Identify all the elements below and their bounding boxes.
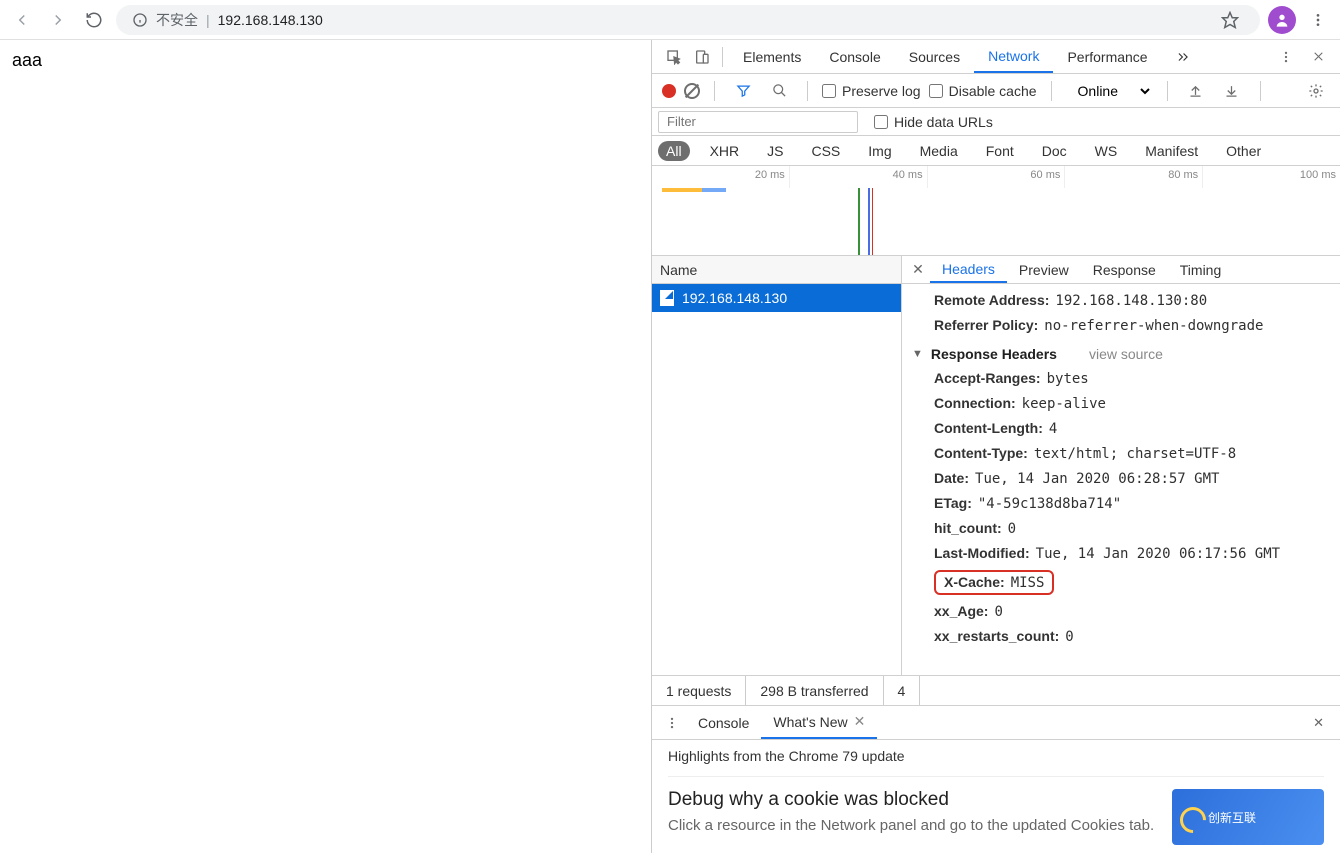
throttle-select[interactable]: Online: [1066, 80, 1153, 102]
view-source-link[interactable]: view source: [1089, 346, 1163, 362]
url-separator: |: [206, 12, 210, 28]
tab-response[interactable]: Response: [1081, 256, 1168, 283]
load-marker: [868, 188, 870, 255]
status-transferred: 298 B transferred: [746, 676, 883, 705]
headers-body: Remote Address:192.168.148.130:80 Referr…: [902, 284, 1340, 675]
header-row: xx_Age:0: [912, 599, 1330, 624]
header-row: hit_count:0: [912, 516, 1330, 541]
drawer: Console What's New ✕ ✕ Highlights from t…: [652, 705, 1340, 853]
type-css[interactable]: CSS: [803, 141, 848, 161]
request-name: 192.168.148.130: [682, 290, 787, 306]
upload-har-icon[interactable]: [1182, 77, 1210, 105]
document-icon: [660, 290, 674, 306]
type-js[interactable]: JS: [759, 141, 791, 161]
security-label: 不安全: [156, 10, 198, 30]
drawer-menu-icon[interactable]: [658, 709, 686, 737]
tab-console[interactable]: Console: [815, 40, 894, 73]
download-har-icon[interactable]: [1218, 77, 1246, 105]
header-row: Accept-Ranges:bytes: [912, 366, 1330, 391]
profile-button[interactable]: [1268, 6, 1296, 34]
type-font[interactable]: Font: [978, 141, 1022, 161]
tab-timing[interactable]: Timing: [1168, 256, 1234, 283]
network-toolbar: Preserve log Disable cache Online: [652, 74, 1340, 108]
header-row: Content-Length:4: [912, 416, 1330, 441]
drawer-tab-console[interactable]: Console: [686, 706, 761, 739]
devtools-tab-bar: Elements Console Sources Network Perform…: [652, 40, 1340, 74]
forward-button[interactable]: [44, 6, 72, 34]
header-row: Last-Modified:Tue, 14 Jan 2020 06:17:56 …: [912, 541, 1330, 566]
inspect-icon[interactable]: [660, 43, 688, 71]
request-detail-panel: ✕ Headers Preview Response Timing Remote…: [902, 256, 1340, 675]
drawer-text: Click a resource in the Network panel an…: [668, 817, 1154, 834]
page-content: aaa: [0, 40, 652, 853]
drawer-tab-whatsnew[interactable]: What's New ✕: [761, 706, 877, 739]
drawer-highlight: Highlights from the Chrome 79 update: [668, 748, 1324, 777]
header-row: ETag:"4-59c138d8ba714": [912, 491, 1330, 516]
header-row: xx_restarts_count:0: [912, 624, 1330, 649]
type-img[interactable]: Img: [860, 141, 899, 161]
network-status-bar: 1 requests 298 B transferred 4: [652, 675, 1340, 705]
tab-sources[interactable]: Sources: [895, 40, 974, 73]
request-list: Name 192.168.148.130: [652, 256, 902, 675]
url-text: 192.168.148.130: [218, 12, 323, 28]
type-all[interactable]: All: [658, 141, 690, 161]
request-row[interactable]: 192.168.148.130: [652, 284, 901, 312]
tab-network[interactable]: Network: [974, 40, 1053, 73]
watermark-logo: 创新互联: [1172, 789, 1324, 845]
load-marker: [872, 188, 873, 255]
network-timeline[interactable]: 20 ms 40 ms 60 ms 80 ms 100 ms: [652, 166, 1340, 256]
type-filter-row: All XHR JS CSS Img Media Font Doc WS Man…: [652, 136, 1340, 166]
devtools-close-button[interactable]: [1304, 43, 1332, 71]
domcontentloaded-marker: [858, 188, 860, 255]
header-row-xcache: X-Cache:MISS: [912, 566, 1330, 599]
device-toggle-icon[interactable]: [688, 43, 716, 71]
tab-preview[interactable]: Preview: [1007, 256, 1081, 283]
type-ws[interactable]: WS: [1087, 141, 1126, 161]
settings-icon[interactable]: [1302, 77, 1330, 105]
close-drawer-tab-icon[interactable]: ✕: [854, 713, 866, 730]
close-detail-button[interactable]: ✕: [906, 261, 930, 278]
devtools-panel: Elements Console Sources Network Perform…: [652, 40, 1340, 853]
drawer-close-button[interactable]: ✕: [1303, 715, 1334, 731]
name-column-header[interactable]: Name: [652, 256, 901, 284]
hide-data-urls-checkbox[interactable]: Hide data URLs: [874, 114, 993, 130]
preserve-log-checkbox[interactable]: Preserve log: [822, 83, 921, 99]
address-bar[interactable]: 不安全 | 192.168.148.130: [116, 5, 1260, 35]
browser-toolbar: 不安全 | 192.168.148.130: [0, 0, 1340, 40]
detail-tab-bar: ✕ Headers Preview Response Timing: [902, 256, 1340, 284]
page-text: aaa: [12, 50, 42, 70]
record-button[interactable]: [662, 84, 676, 98]
tab-more[interactable]: [1162, 40, 1204, 73]
type-xhr[interactable]: XHR: [702, 141, 748, 161]
header-row: Connection:keep-alive: [912, 391, 1330, 416]
tab-performance[interactable]: Performance: [1053, 40, 1161, 73]
timeline-bar: [702, 188, 726, 192]
status-more: 4: [884, 676, 921, 705]
filter-row: Hide data URLs: [652, 108, 1340, 136]
back-button[interactable]: [8, 6, 36, 34]
header-row: Date:Tue, 14 Jan 2020 06:28:57 GMT: [912, 466, 1330, 491]
tab-elements[interactable]: Elements: [729, 40, 815, 73]
filter-toggle-icon[interactable]: [729, 77, 757, 105]
status-requests: 1 requests: [652, 676, 746, 705]
header-row: Content-Type:text/html; charset=UTF-8: [912, 441, 1330, 466]
type-media[interactable]: Media: [912, 141, 966, 161]
type-manifest[interactable]: Manifest: [1137, 141, 1206, 161]
devtools-menu-button[interactable]: [1272, 43, 1300, 71]
info-icon: [132, 12, 148, 28]
filter-input[interactable]: [658, 111, 858, 133]
reload-button[interactable]: [80, 6, 108, 34]
type-other[interactable]: Other: [1218, 141, 1269, 161]
browser-menu-button[interactable]: [1304, 6, 1332, 34]
response-headers-section[interactable]: ▼Response Headersview source: [912, 338, 1330, 366]
type-doc[interactable]: Doc: [1034, 141, 1075, 161]
timeline-bar: [662, 188, 702, 192]
bookmark-button[interactable]: [1216, 6, 1244, 34]
disable-cache-checkbox[interactable]: Disable cache: [929, 83, 1037, 99]
drawer-heading: Debug why a cookie was blocked: [668, 789, 1154, 811]
clear-button[interactable]: [684, 83, 700, 99]
tab-headers[interactable]: Headers: [930, 256, 1007, 283]
search-icon[interactable]: [765, 77, 793, 105]
